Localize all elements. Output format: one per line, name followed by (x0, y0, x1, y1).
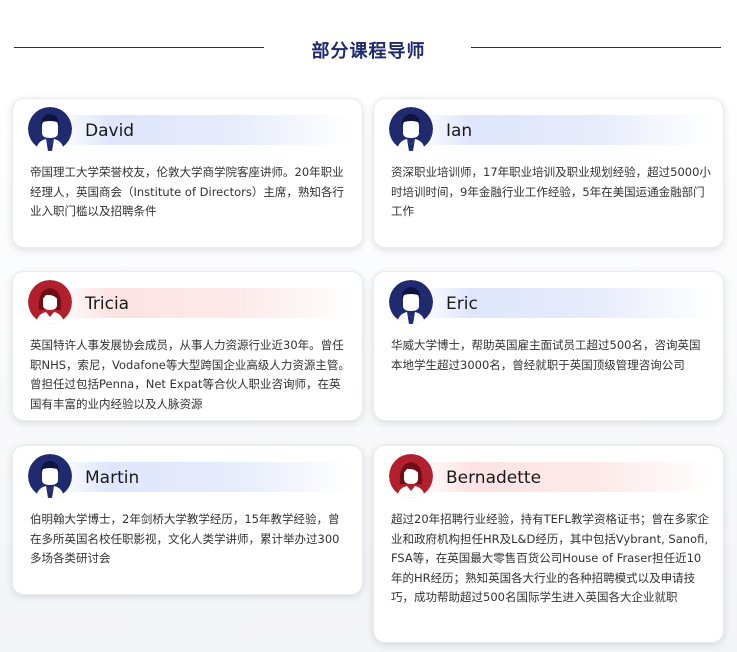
male-avatar-icon (389, 107, 433, 151)
title-divider-right (471, 47, 721, 48)
mentor-bio: 超过20年招聘行业经验，持有TEFL教学资格证书；曾在多家企业和政府机构担任HR… (391, 512, 709, 605)
mentor-card-bernadette: Bernadette 超过20年招聘行业经验，持有TEFL教学资格证书；曾在多家… (373, 445, 724, 643)
mentor-name: Eric (446, 294, 478, 314)
section-header: 部分课程导师 (0, 0, 737, 95)
mentor-bio: 华威大学博士，帮助英国雇主面试员工超过500名，咨询英国本地学生超过3000名，… (391, 338, 701, 372)
female-avatar-icon (389, 454, 433, 498)
male-avatar-icon (28, 107, 72, 151)
mentor-card-ian: Ian 资深职业培训师，17年职业培训及职业规划经验，超过5000小时培训时间，… (373, 98, 724, 248)
mentor-bio: 资深职业培训师，17年职业培训及职业规划经验，超过5000小时培训时间，9年金融… (391, 165, 711, 219)
mentor-card-eric: Eric 华威大学博士，帮助英国雇主面试员工超过500名，咨询英国本地学生超过3… (373, 271, 724, 421)
mentor-card-david: David 帝国理工大学荣誉校友，伦敦大学商学院客座讲师。20年职业经理人，英国… (12, 98, 363, 248)
mentor-card-tricia: Tricia 英国特许人事发展协会成员，从事人力资源行业近30年。曾任职NHS，… (12, 271, 363, 421)
mentor-name: David (85, 121, 135, 141)
section-title: 部分课程导师 (311, 41, 426, 62)
mentor-bio: 伯明翰大学博士，2年剑桥大学教学经历，15年教学经验，曾在多所英国名校任职影视，… (30, 512, 340, 566)
mentor-name: Martin (85, 468, 140, 488)
male-avatar-icon (28, 454, 72, 498)
mentor-name: Tricia (85, 294, 130, 314)
mentor-bio: 帝国理工大学荣誉校友，伦敦大学商学院客座讲师。20年职业经理人，英国商会（Ins… (30, 165, 344, 219)
male-avatar-icon (389, 280, 433, 324)
female-avatar-icon (28, 280, 72, 324)
mentor-bio: 英国特许人事发展协会成员，从事人力资源行业近30年。曾任职NHS，索尼，Voda… (30, 338, 350, 411)
mentor-card-martin: Martin 伯明翰大学博士，2年剑桥大学教学经历，15年教学经验，曾在多所英国… (12, 445, 363, 595)
mentor-name: Bernadette (446, 468, 542, 488)
mentor-name: Ian (446, 121, 473, 141)
